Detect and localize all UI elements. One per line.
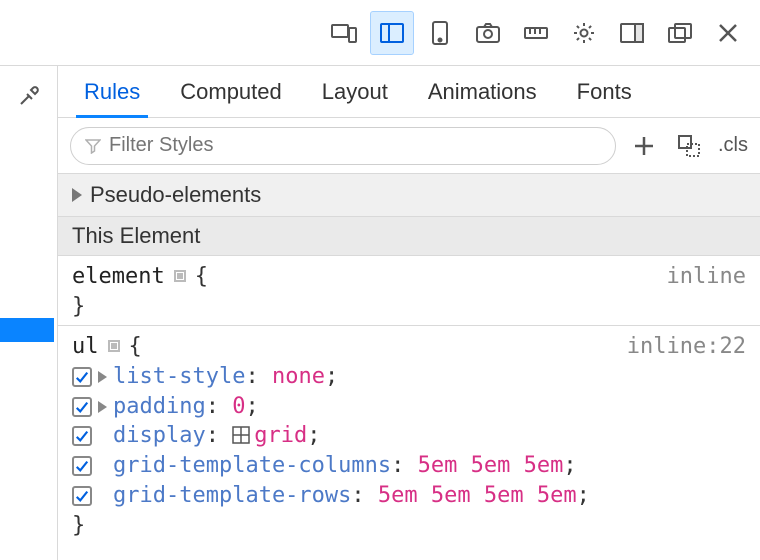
- declaration-toggle[interactable]: [72, 397, 92, 417]
- filter-input-wrapper: [70, 127, 616, 165]
- dock-side-icon[interactable]: [610, 11, 654, 55]
- declaration-row: display: grid;: [72, 421, 746, 451]
- breadcrumb-selection-marker: [0, 318, 54, 342]
- rule-source[interactable]: inline: [667, 262, 746, 292]
- declaration-property[interactable]: grid-template-columns: [113, 453, 391, 478]
- disclosure-triangle-icon: [72, 188, 82, 202]
- screenshot-icon[interactable]: [466, 11, 510, 55]
- rdm-icon[interactable]: [322, 11, 366, 55]
- rule-source[interactable]: inline:22: [627, 332, 746, 362]
- eyedropper-icon[interactable]: [9, 76, 49, 116]
- rules-list: element{ inline } ul{ inline:22 list-sty…: [58, 256, 760, 560]
- device-icon[interactable]: [418, 11, 462, 55]
- declaration-toggle[interactable]: [72, 426, 92, 446]
- expand-shorthand-icon[interactable]: [98, 371, 107, 383]
- tab-fonts[interactable]: Fonts: [575, 66, 634, 117]
- pseudo-elements-label: Pseudo-elements: [90, 182, 261, 208]
- close-icon[interactable]: [706, 11, 750, 55]
- tab-rules[interactable]: Rules: [82, 66, 142, 117]
- tab-layout[interactable]: Layout: [320, 66, 390, 117]
- tab-animations[interactable]: Animations: [426, 66, 539, 117]
- rule-header: ul{ inline:22: [72, 332, 746, 362]
- styles-tabs: Rules Computed Layout Animations Fonts: [58, 66, 760, 118]
- funnel-icon: [85, 138, 101, 154]
- declaration-value[interactable]: 5em 5em 5em 5em: [378, 483, 577, 508]
- declaration-property[interactable]: display: [113, 423, 206, 448]
- rule-header: element{ inline: [72, 262, 746, 292]
- measure-icon[interactable]: [514, 11, 558, 55]
- rule-close-brace: }: [72, 292, 746, 322]
- declaration-value[interactable]: none: [272, 364, 325, 389]
- expand-shorthand-icon[interactable]: [98, 401, 107, 413]
- declaration-row: padding: 0;: [72, 392, 746, 422]
- rule-selector[interactable]: ul{: [72, 332, 142, 362]
- devtools-toolbar: [0, 0, 760, 66]
- declaration-value[interactable]: grid: [254, 423, 307, 448]
- declaration-value[interactable]: 5em 5em 5em: [418, 453, 564, 478]
- rule-selector[interactable]: element{: [72, 262, 208, 292]
- grid-swatch-icon[interactable]: [232, 426, 250, 444]
- add-rule-button[interactable]: [626, 128, 662, 164]
- declaration-property[interactable]: grid-template-rows: [113, 483, 351, 508]
- rule-block: element{ inline }: [72, 256, 746, 321]
- rule-close-brace: }: [72, 511, 746, 541]
- frames-icon[interactable]: [370, 11, 414, 55]
- declaration-value[interactable]: 0: [232, 394, 245, 419]
- declaration-row: list-style: none;: [72, 362, 746, 392]
- declaration-toggle[interactable]: [72, 367, 92, 387]
- toggle-pseudo-classes-button[interactable]: [672, 128, 708, 164]
- declaration-property[interactable]: padding: [113, 394, 206, 419]
- declaration-row: grid-template-columns: 5em 5em 5em;: [72, 451, 746, 481]
- inspector-main: Rules Computed Layout Animations Fonts: [0, 66, 760, 560]
- rule-block: ul{ inline:22 list-style: none; padding:…: [72, 326, 746, 540]
- selector-highlight-icon[interactable]: [105, 337, 123, 355]
- toggle-classes-button[interactable]: .cls: [718, 134, 748, 157]
- declaration-toggle[interactable]: [72, 456, 92, 476]
- dock-window-icon[interactable]: [658, 11, 702, 55]
- settings-icon[interactable]: [562, 11, 606, 55]
- styles-panel: Rules Computed Layout Animations Fonts: [58, 66, 760, 560]
- declaration-property[interactable]: list-style: [113, 364, 245, 389]
- tab-computed[interactable]: Computed: [178, 66, 284, 117]
- selector-highlight-icon[interactable]: [171, 267, 189, 285]
- inspector-left-column: [0, 66, 58, 560]
- declaration-toggle[interactable]: [72, 486, 92, 506]
- filter-row: .cls: [58, 118, 760, 174]
- filter-styles-input[interactable]: [109, 134, 601, 157]
- declaration-row: grid-template-rows: 5em 5em 5em 5em;: [72, 481, 746, 511]
- this-element-header: This Element: [58, 217, 760, 256]
- pseudo-elements-header[interactable]: Pseudo-elements: [58, 174, 760, 217]
